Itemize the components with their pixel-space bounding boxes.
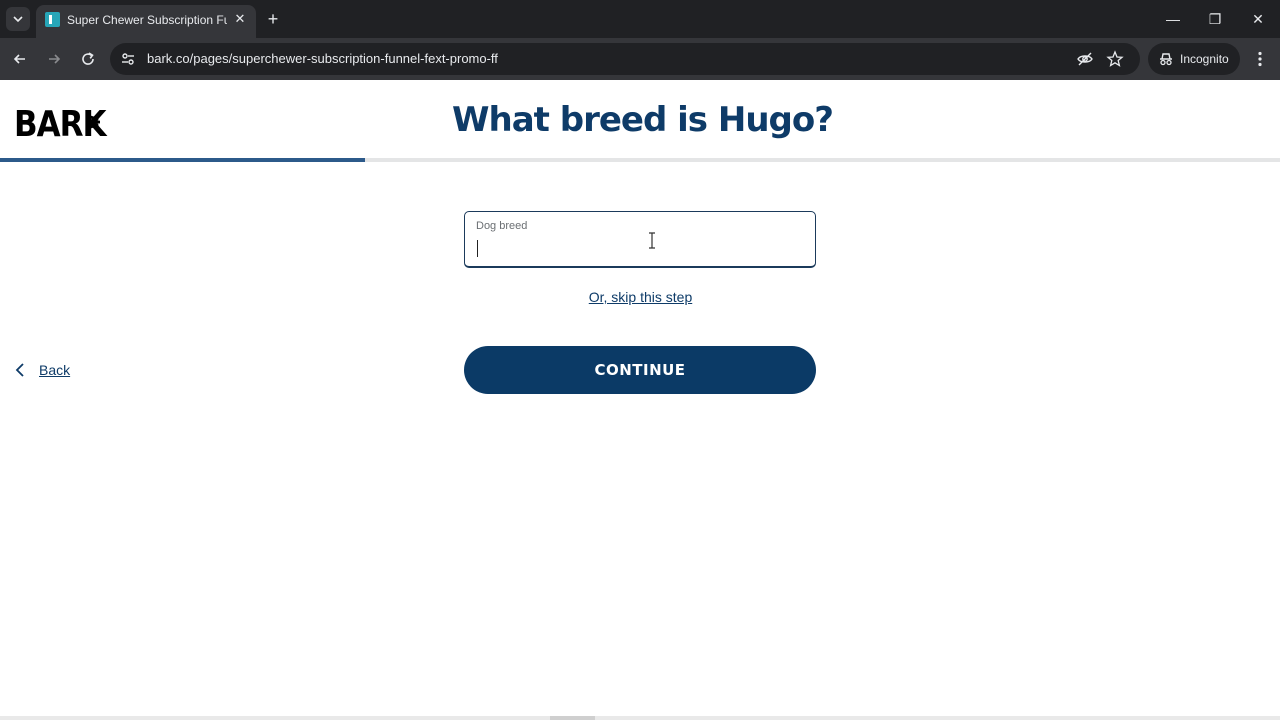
reload-icon — [82, 52, 94, 65]
forward-nav-button[interactable] — [42, 47, 66, 71]
restore-button[interactable]: ❐ — [1203, 8, 1227, 30]
skip-step-link[interactable]: Or, skip this step — [583, 289, 698, 305]
scroll-handle[interactable] — [550, 716, 595, 720]
minimize-button[interactable]: — — [1161, 8, 1185, 30]
chevron-down-icon — [13, 16, 23, 23]
tune-icon[interactable] — [120, 51, 136, 67]
progress-bar-fill — [0, 158, 365, 162]
browser-tab-bar: Super Chewer Subscription Funnel ✕ + — ❐… — [0, 0, 1280, 38]
dog-breed-input[interactable] — [475, 238, 795, 260]
continue-button[interactable]: CONTINUE — [464, 346, 816, 394]
arrow-right-icon — [49, 54, 61, 64]
text-caret — [477, 240, 478, 257]
browser-tab-active[interactable]: Super Chewer Subscription Funnel ✕ — [36, 5, 256, 38]
page-title: What breed is Hugo? — [452, 100, 834, 140]
dog-breed-label: Dog breed — [476, 220, 528, 232]
more-vertical-icon — [1258, 51, 1262, 67]
incognito-indicator[interactable]: Incognito — [1148, 43, 1240, 75]
back-nav-button[interactable] — [8, 47, 32, 71]
browser-menu-button[interactable] — [1250, 47, 1270, 71]
star-icon[interactable] — [1106, 50, 1124, 68]
back-link[interactable]: Back — [14, 360, 70, 380]
tab-title: Super Chewer Subscription Funnel — [67, 13, 227, 27]
incognito-label: Incognito — [1180, 52, 1229, 66]
incognito-icon — [1160, 53, 1172, 66]
address-bar[interactable]: bark.co/pages/superchewer-subscription-f… — [110, 43, 1140, 75]
bottom-scroll-bar — [0, 716, 1280, 720]
reload-button[interactable] — [76, 47, 100, 71]
progress-bar — [0, 158, 1280, 162]
close-tab-icon[interactable]: ✕ — [232, 11, 248, 27]
dog-breed-field[interactable]: Dog breed — [464, 211, 816, 268]
page-content: BARK What breed is Hugo? Dog breed Or, s… — [0, 80, 1280, 720]
chevron-left-icon — [15, 363, 24, 377]
bark-favicon-icon — [45, 12, 60, 27]
window-close-button[interactable]: ✕ — [1246, 8, 1270, 30]
arrow-left-icon — [13, 54, 25, 64]
back-label[interactable]: Back — [39, 362, 70, 378]
browser-toolbar: bark.co/pages/superchewer-subscription-f… — [0, 38, 1280, 80]
url-text: bark.co/pages/superchewer-subscription-f… — [147, 51, 498, 66]
eye-off-icon[interactable] — [1076, 50, 1094, 68]
bark-logo-mark-icon — [86, 114, 100, 130]
tab-list-button[interactable] — [6, 7, 30, 31]
ibeam-cursor-icon — [649, 232, 655, 249]
new-tab-button[interactable]: + — [263, 9, 283, 29]
